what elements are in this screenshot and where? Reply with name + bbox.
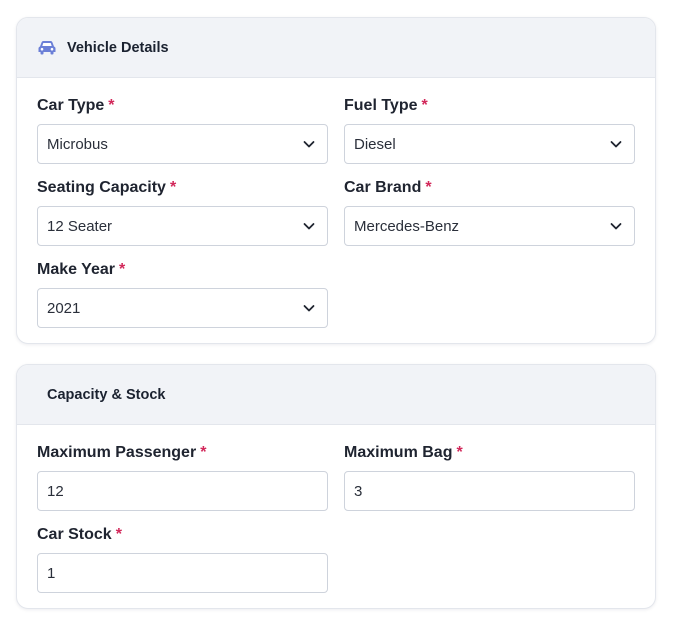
required-marker: *: [421, 97, 428, 114]
required-marker: *: [119, 261, 126, 278]
chevron-down-icon: [302, 137, 316, 151]
required-marker: *: [425, 179, 432, 196]
capacity-stock-card: Capacity & Stock Maximum Passenger* Maxi…: [16, 364, 656, 609]
car-type-label: Car Type *: [37, 96, 328, 116]
maximum-passenger-label-text: Maximum Passenger: [37, 444, 197, 461]
required-marker: *: [456, 444, 463, 461]
fuel-type-label-text: Fuel Type: [344, 97, 418, 114]
fuel-type-value: Diesel: [354, 135, 396, 153]
make-year-label-text: Make Year: [37, 261, 115, 278]
car-type-select[interactable]: Microbus: [37, 124, 328, 164]
fuel-type-field: Fuel Type * Diesel: [344, 96, 635, 164]
vehicle-details-title: Vehicle Details: [67, 39, 169, 56]
car-brand-value: Mercedes-Benz: [354, 217, 460, 235]
chevron-down-icon: [609, 137, 623, 151]
car-brand-select[interactable]: Mercedes-Benz: [344, 206, 635, 246]
capacity-stock-title: Capacity & Stock: [47, 386, 166, 403]
vehicle-details-header: Vehicle Details: [17, 18, 655, 78]
seating-capacity-field: Seating Capacity * 12 Seater: [37, 178, 328, 246]
car-stock-label: Car Stock *: [37, 525, 328, 545]
chevron-down-icon: [302, 301, 316, 315]
maximum-passenger-input[interactable]: [37, 471, 328, 511]
car-brand-label-text: Car Brand: [344, 179, 422, 196]
car-icon: [37, 40, 57, 56]
seating-capacity-select[interactable]: 12 Seater: [37, 206, 328, 246]
capacity-stock-header: Capacity & Stock: [17, 365, 655, 425]
car-type-value: Microbus: [47, 135, 108, 153]
maximum-passenger-label: Maximum Passenger *: [37, 443, 328, 463]
make-year-label: Make Year *: [37, 260, 328, 280]
car-type-field: Car Type * Microbus: [37, 96, 328, 164]
maximum-bag-label-text: Maximum Bag: [344, 444, 453, 461]
maximum-bag-input[interactable]: [344, 471, 635, 511]
maximum-bag-field: Maximum Bag *: [344, 443, 635, 511]
maximum-passenger-field: Maximum Passenger *: [37, 443, 328, 511]
car-brand-label: Car Brand *: [344, 178, 635, 198]
fuel-type-select[interactable]: Diesel: [344, 124, 635, 164]
make-year-field: Make Year * 2021: [37, 260, 328, 328]
required-marker: *: [200, 444, 207, 461]
chevron-down-icon: [609, 219, 623, 233]
required-marker: *: [108, 97, 115, 114]
seating-capacity-label-text: Seating Capacity: [37, 179, 166, 196]
make-year-value: 2021: [47, 299, 81, 317]
car-brand-field: Car Brand * Mercedes-Benz: [344, 178, 635, 246]
required-marker: *: [169, 179, 177, 196]
vehicle-details-card: Vehicle Details Car Type * Microbus Fuel …: [16, 17, 656, 344]
make-year-select[interactable]: 2021: [37, 288, 328, 328]
seating-capacity-value: 12 Seater: [47, 217, 113, 235]
car-stock-label-text: Car Stock: [37, 526, 112, 543]
car-stock-input[interactable]: [37, 553, 328, 593]
chevron-down-icon: [302, 219, 316, 233]
seating-capacity-label: Seating Capacity *: [37, 178, 328, 198]
fuel-type-label: Fuel Type *: [344, 96, 635, 116]
car-type-label-text: Car Type: [37, 97, 105, 114]
car-stock-field: Car Stock *: [37, 525, 328, 593]
required-marker: *: [115, 526, 122, 543]
maximum-bag-label: Maximum Bag *: [344, 443, 635, 463]
